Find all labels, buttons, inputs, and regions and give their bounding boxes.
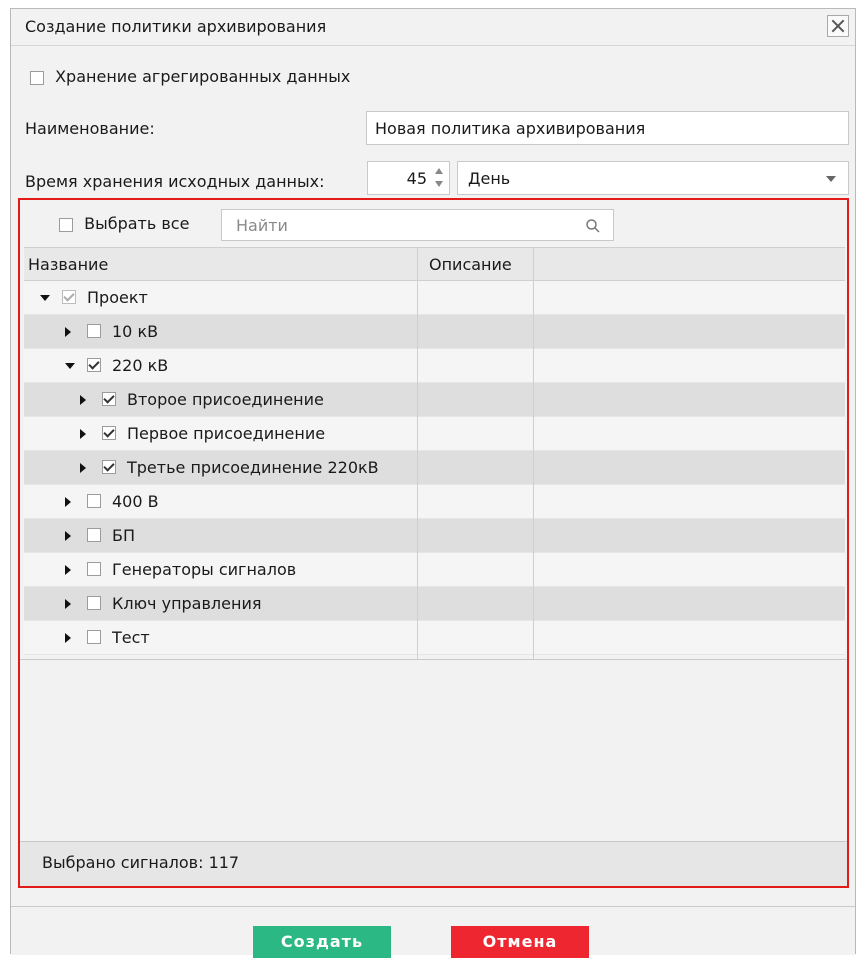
aggregated-label: Хранение агрегированных данных xyxy=(55,67,351,86)
row-label: 220 кВ xyxy=(112,356,169,375)
close-icon[interactable] xyxy=(827,15,849,37)
tree-row[interactable]: 10 кВ xyxy=(24,315,845,349)
aggregated-row[interactable]: Хранение агрегированных данных xyxy=(30,67,350,86)
expand-down-icon[interactable] xyxy=(65,363,75,369)
row-label: Тест xyxy=(112,628,150,647)
tree-row[interactable]: Проект xyxy=(24,281,845,315)
select-all-row[interactable]: Выбрать все xyxy=(59,214,189,233)
row-checkbox[interactable] xyxy=(102,392,116,406)
dialog-titlebar: Создание политики архивирования xyxy=(11,9,855,46)
row-checkbox[interactable] xyxy=(87,494,101,508)
name-label: Наименование: xyxy=(25,119,155,138)
retention-unit-select[interactable]: День xyxy=(457,161,849,195)
expand-right-icon[interactable] xyxy=(80,395,86,405)
expand-right-icon[interactable] xyxy=(65,633,71,643)
expand-right-icon[interactable] xyxy=(65,327,71,337)
row-label: 10 кВ xyxy=(112,322,159,341)
row-checkbox[interactable] xyxy=(102,460,116,474)
column-divider xyxy=(417,247,418,659)
row-checkbox[interactable] xyxy=(87,596,101,610)
row-label: Генераторы сигналов xyxy=(112,560,297,579)
selected-count: Выбрано сигналов: 117 xyxy=(42,853,240,872)
select-all-checkbox[interactable] xyxy=(59,217,73,232)
signal-selection-panel: Выбрать все Найти Название Описание Прое… xyxy=(18,198,849,888)
retention-value: 45 xyxy=(406,169,427,188)
archive-policy-dialog: Создание политики архивирования Хранение… xyxy=(10,8,856,958)
expand-right-icon[interactable] xyxy=(65,599,71,609)
select-all-label: Выбрать все xyxy=(84,214,190,233)
row-checkbox[interactable] xyxy=(87,562,101,576)
row-checkbox[interactable] xyxy=(87,324,101,338)
tree-row[interactable]: Генераторы сигналов xyxy=(24,553,845,587)
name-field[interactable]: Новая политика архивирования xyxy=(366,111,849,145)
tree-row[interactable]: Ключ управления xyxy=(24,587,845,621)
expand-right-icon[interactable] xyxy=(80,429,86,439)
row-checkbox[interactable] xyxy=(87,358,101,372)
expand-right-icon[interactable] xyxy=(65,497,71,507)
column-header-description[interactable]: Описание xyxy=(429,255,512,274)
row-checkbox[interactable] xyxy=(62,290,76,304)
cancel-button[interactable]: Отмена xyxy=(451,926,589,958)
dialog-title: Создание политики архивирования xyxy=(25,17,327,36)
row-label: БП xyxy=(112,526,136,545)
status-bar: Выбрано сигналов: 117 xyxy=(20,841,847,886)
column-header-name[interactable]: Название xyxy=(28,255,108,274)
stepper-down-icon[interactable] xyxy=(435,181,443,187)
tree-table: Название Описание Проект 10 кВ 220 кВ Второ… xyxy=(24,247,845,659)
stepper-up-icon[interactable] xyxy=(435,168,443,174)
tree-row[interactable]: Тест xyxy=(24,621,845,655)
chevron-down-icon[interactable] xyxy=(826,176,836,182)
expand-right-icon[interactable] xyxy=(80,463,86,473)
dialog-footer: Создать Отмена xyxy=(11,906,855,958)
row-label: Проект xyxy=(87,288,148,307)
retention-label: Время хранения исходных данных: xyxy=(25,172,325,191)
expand-down-icon[interactable] xyxy=(40,295,50,301)
tree-row[interactable]: 400 В xyxy=(24,485,845,519)
tree-row[interactable]: БП xyxy=(24,519,845,553)
expand-right-icon[interactable] xyxy=(65,565,71,575)
column-divider xyxy=(533,247,534,659)
retention-stepper[interactable]: 45 xyxy=(367,161,450,195)
row-label: 400 В xyxy=(112,492,159,511)
tree-row[interactable]: Первое присоединение xyxy=(24,417,845,451)
table-header: Название Описание xyxy=(24,247,845,281)
panel-toolbar: Выбрать все Найти xyxy=(20,200,847,244)
row-checkbox[interactable] xyxy=(102,426,116,440)
row-label: Первое присоединение xyxy=(127,424,326,443)
search-placeholder: Найти xyxy=(236,216,288,235)
retention-unit-value: День xyxy=(468,169,511,188)
create-button[interactable]: Создать xyxy=(253,926,391,958)
row-label: Ключ управления xyxy=(112,594,262,613)
aggregated-checkbox[interactable] xyxy=(30,70,44,85)
row-label: Третье присоединение 220кВ xyxy=(127,458,379,477)
tree-row[interactable]: Второе присоединение xyxy=(24,383,845,417)
tree-row[interactable]: 220 кВ xyxy=(24,349,845,383)
row-label: Второе присоединение xyxy=(127,390,324,409)
row-checkbox[interactable] xyxy=(87,528,101,542)
search-input[interactable]: Найти xyxy=(221,209,614,241)
search-icon[interactable] xyxy=(585,218,601,234)
expand-right-icon[interactable] xyxy=(65,531,71,541)
name-value: Новая политика архивирования xyxy=(375,119,646,138)
tree-row[interactable]: Третье присоединение 220кВ xyxy=(24,451,845,485)
table-empty-area xyxy=(20,659,847,842)
row-checkbox[interactable] xyxy=(87,630,101,644)
